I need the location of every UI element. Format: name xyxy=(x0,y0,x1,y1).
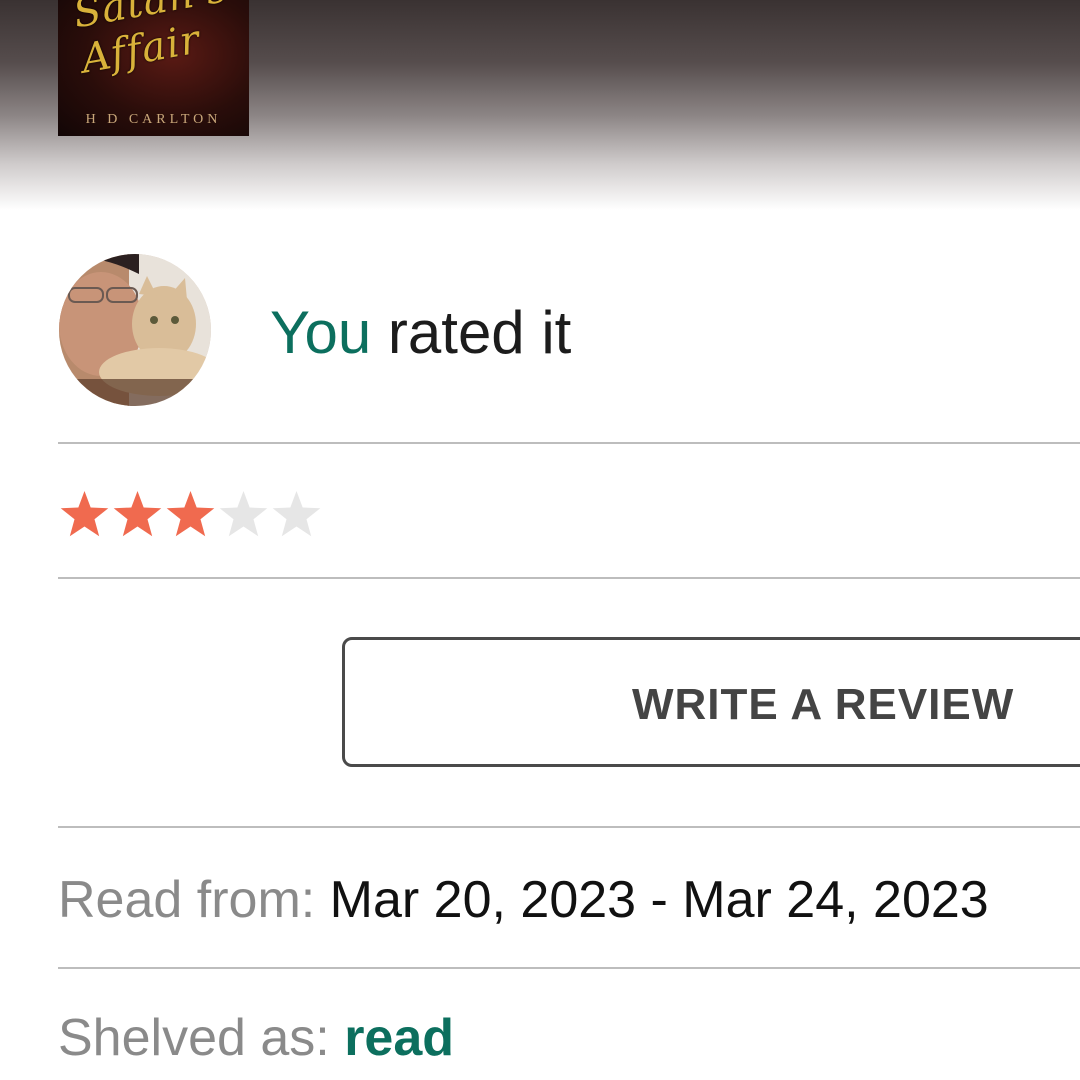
write-review-button[interactable]: WRITE A REVIEW xyxy=(342,637,1080,767)
rated-text: rated it xyxy=(387,299,572,366)
star-icon[interactable] xyxy=(217,485,270,545)
divider xyxy=(58,967,1080,969)
star-icon[interactable] xyxy=(58,485,111,545)
shelf-row: Shelved as: read xyxy=(58,1006,454,1070)
star-rating[interactable] xyxy=(58,485,323,545)
rating-heading: You rated it xyxy=(270,298,571,368)
star-icon[interactable] xyxy=(111,485,164,545)
shelf-link[interactable]: read xyxy=(344,1009,454,1067)
book-cover-author: H D CARLTON xyxy=(85,112,222,127)
star-icon[interactable] xyxy=(270,485,323,545)
write-review-label: WRITE A REVIEW xyxy=(632,680,1015,729)
divider xyxy=(58,442,1080,444)
star-icon[interactable] xyxy=(164,485,217,545)
divider xyxy=(58,826,1080,828)
read-dates-row: Read from: Mar 20, 2023 - Mar 24, 2023 xyxy=(58,868,989,932)
divider xyxy=(58,577,1080,579)
avatar-photo xyxy=(59,254,211,406)
avatar[interactable] xyxy=(59,254,211,406)
book-cover-title: Satan's Affair xyxy=(70,0,232,83)
book-cover[interactable]: Satan's Affair H D CARLTON xyxy=(58,0,249,136)
read-dates-label: Read from: xyxy=(58,871,316,929)
book-rating-page: Satan's Affair H D CARLTON You rated it … xyxy=(0,0,1080,1080)
read-dates-value: Mar 20, 2023 - Mar 24, 2023 xyxy=(329,871,989,929)
shelf-label: Shelved as: xyxy=(58,1009,330,1067)
book-header: Satan's Affair H D CARLTON xyxy=(0,0,1080,210)
you-link[interactable]: You xyxy=(270,299,371,366)
